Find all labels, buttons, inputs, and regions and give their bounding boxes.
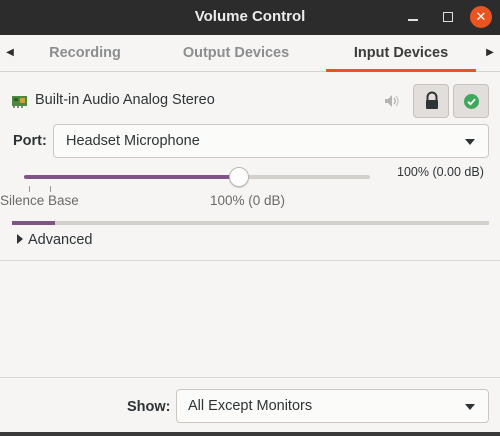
device-name: Built-in Audio Analog Stereo: [35, 92, 215, 108]
scale-tick-silence: [29, 186, 30, 192]
port-label: Port:: [13, 133, 47, 149]
divider: [0, 260, 500, 261]
volume-readout: 100% (0.00 dB): [397, 165, 484, 179]
scale-label-base: Base: [48, 193, 79, 208]
window-bottom-edge: [0, 432, 500, 436]
maximize-button[interactable]: [437, 6, 459, 28]
volume-slider-track[interactable]: [24, 175, 370, 179]
divider: [0, 377, 500, 378]
close-icon: ✕: [475, 9, 487, 24]
lock-icon: [426, 91, 438, 109]
window-title: Volume Control: [194, 8, 306, 25]
volume-slider-handle[interactable]: [229, 167, 249, 187]
port-dropdown[interactable]: Headset Microphone: [53, 124, 489, 158]
check-circle-icon: [464, 94, 479, 109]
lock-channels-button[interactable]: [413, 84, 449, 118]
show-value: All Except Monitors: [188, 398, 313, 414]
maximize-icon: [443, 12, 453, 22]
tab-recording[interactable]: Recording: [30, 35, 140, 71]
scale-tick-base: [50, 186, 51, 192]
chevron-down-icon: [465, 139, 475, 145]
volume-slider-fill: [24, 175, 239, 179]
show-label: Show:: [127, 399, 171, 415]
show-dropdown[interactable]: All Except Monitors: [176, 389, 489, 423]
advanced-expander[interactable]: Advanced: [28, 232, 93, 248]
minimize-icon: [408, 19, 418, 21]
scale-label-silence: Silence: [0, 193, 45, 208]
chevron-right-icon[interactable]: ▶: [480, 35, 500, 71]
level-meter: [12, 221, 489, 225]
title-bar[interactable]: Volume Control ✕: [0, 0, 500, 35]
chevron-down-icon: [465, 404, 475, 410]
sound-card-icon: [12, 96, 27, 108]
expander-arrow-icon[interactable]: [17, 234, 23, 244]
scale-label-100: 100% (0 dB): [210, 193, 286, 208]
level-meter-fill: [12, 221, 55, 225]
speaker-muted-icon[interactable]: [383, 93, 401, 109]
volume-control-window: Volume Control ✕ ◀ Recording Output Devi…: [0, 0, 500, 436]
tab-input-devices[interactable]: Input Devices: [326, 35, 476, 72]
active-tab-indicator: [326, 69, 476, 72]
chevron-left-icon[interactable]: ◀: [0, 35, 20, 71]
tab-bar: ◀ Recording Output Devices Input Devices…: [0, 35, 500, 72]
port-value: Headset Microphone: [66, 133, 200, 149]
tab-input-devices-label: Input Devices: [353, 45, 449, 61]
tab-output-devices[interactable]: Output Devices: [165, 35, 307, 71]
close-button[interactable]: ✕: [470, 6, 492, 28]
set-default-button[interactable]: [453, 84, 489, 118]
scale-label-silence-base: Silence Base: [0, 193, 79, 208]
minimize-button[interactable]: [402, 6, 424, 28]
